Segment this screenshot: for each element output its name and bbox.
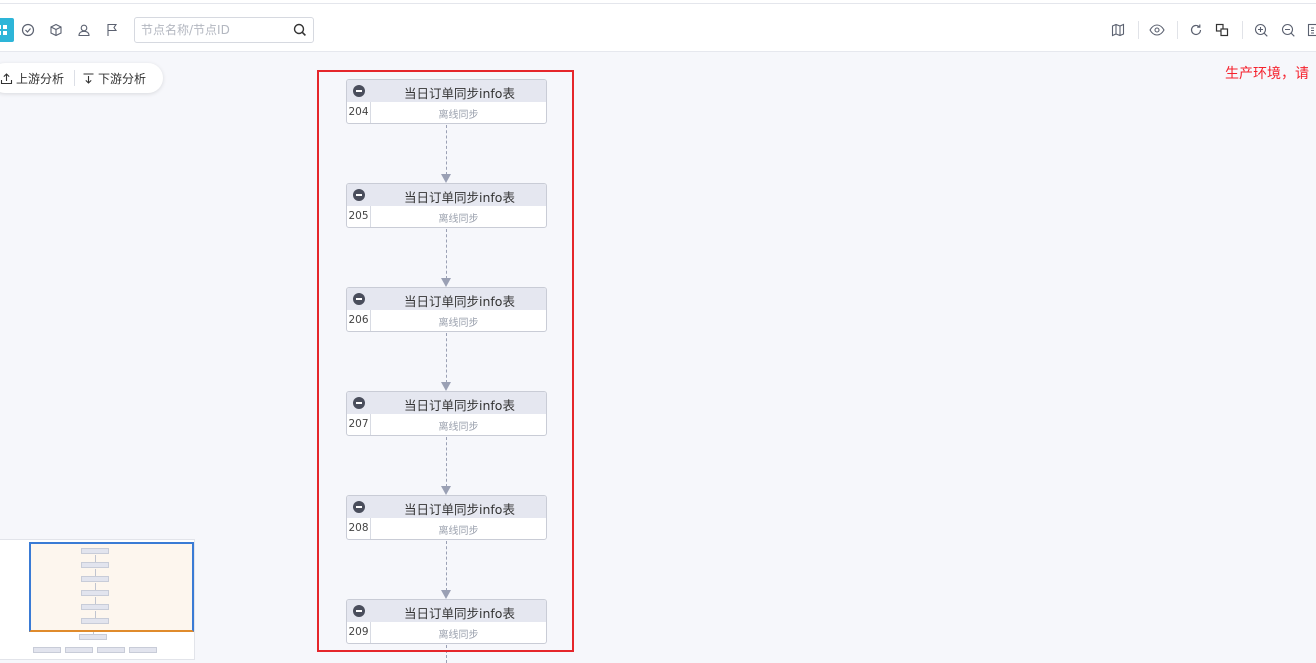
toolbar-divider [1138,21,1139,39]
minimap-node [129,647,157,653]
minimap-viewport[interactable] [29,542,194,632]
zoom-out-icon[interactable] [1276,18,1300,42]
pill-divider [74,70,75,86]
node-search-box [134,17,314,43]
minimap-node [97,647,125,653]
minimap[interactable] [0,539,195,660]
minimap-edge [95,569,96,576]
layers-icon[interactable] [1210,18,1234,42]
minimap-node [79,634,107,640]
user-icon[interactable] [72,18,96,42]
map-icon[interactable] [1106,18,1130,42]
check-circle-icon[interactable] [16,18,40,42]
minimap-node [81,562,109,568]
selection-highlight [317,70,574,652]
toolbar-divider [1242,21,1243,39]
minimap-node [33,647,61,653]
upstream-analysis-button[interactable]: 上游分析 [0,70,64,86]
minimap-node [81,604,109,610]
download-icon [83,72,94,84]
minimap-edge [95,555,96,562]
minimap-edge [95,597,96,604]
minimap-edge [95,583,96,590]
cube-icon[interactable] [44,18,68,42]
minimap-node [81,548,109,554]
toolbar-divider [1177,21,1178,39]
flag-icon[interactable] [100,18,124,42]
lineage-analysis-bar: 上游分析 下游分析 [0,63,163,93]
node-search-input[interactable] [141,21,289,39]
grid-icon[interactable] [0,18,14,42]
graph-toolbar [0,4,1316,52]
search-icon[interactable] [292,22,308,38]
eye-icon[interactable] [1145,18,1169,42]
environment-warning: 生产环境，请 [1225,66,1309,82]
downstream-analysis-label: 下游分析 [98,71,147,86]
fit-icon[interactable] [1302,18,1316,42]
upload-icon [0,72,13,84]
refresh-icon[interactable] [1184,18,1208,42]
minimap-edge [95,611,96,618]
minimap-node [81,618,109,624]
upstream-analysis-label: 上游分析 [16,71,65,86]
minimap-node [81,576,109,582]
zoom-in-icon[interactable] [1249,18,1273,42]
downstream-analysis-button[interactable]: 下游分析 [82,70,146,86]
minimap-node [65,647,93,653]
minimap-node [81,590,109,596]
